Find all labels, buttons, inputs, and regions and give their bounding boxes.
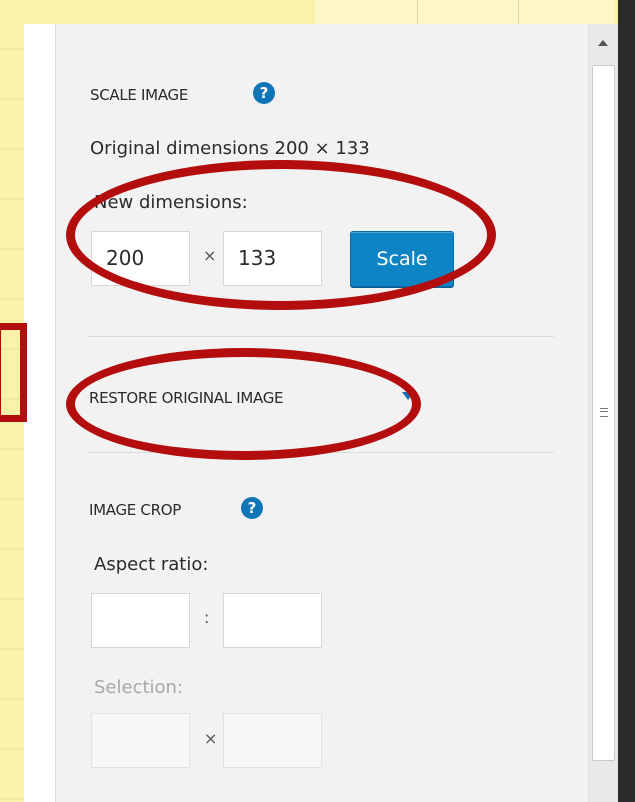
scale-image-heading: SCALE IMAGE: [90, 86, 189, 104]
toolbar-divider: [518, 0, 519, 24]
scrollbar-thumb[interactable]: [592, 65, 615, 761]
toolbar-divider: [417, 0, 418, 24]
vertical-scrollbar[interactable]: [588, 24, 618, 802]
selection-label: Selection:: [94, 677, 184, 698]
aspect-ratio-height-input[interactable]: [223, 593, 322, 648]
selection-width-input[interactable]: [91, 713, 190, 768]
aspect-ratio-label: Aspect ratio:: [94, 554, 209, 575]
selection-times: ×: [204, 729, 218, 748]
window-edge: [618, 0, 635, 802]
annotation-ellipse: [66, 348, 421, 460]
scroll-up-arrow-icon[interactable]: [598, 40, 608, 46]
left-column: [24, 24, 56, 802]
top-toolbar-strip: [315, 0, 615, 25]
annotation-ellipse: [66, 160, 496, 310]
original-dimensions-text: Original dimensions 200 × 133: [90, 138, 370, 159]
help-icon[interactable]: ?: [253, 82, 275, 104]
selection-height-input[interactable]: [223, 713, 322, 768]
help-icon[interactable]: ?: [241, 497, 263, 519]
section-divider: [88, 336, 554, 337]
aspect-ratio-width-input[interactable]: [91, 593, 190, 648]
image-crop-heading: IMAGE CROP: [89, 501, 181, 519]
annotation-box: [0, 323, 27, 422]
grip-icon: [600, 408, 608, 417]
aspect-ratio-colon: :: [204, 608, 210, 627]
